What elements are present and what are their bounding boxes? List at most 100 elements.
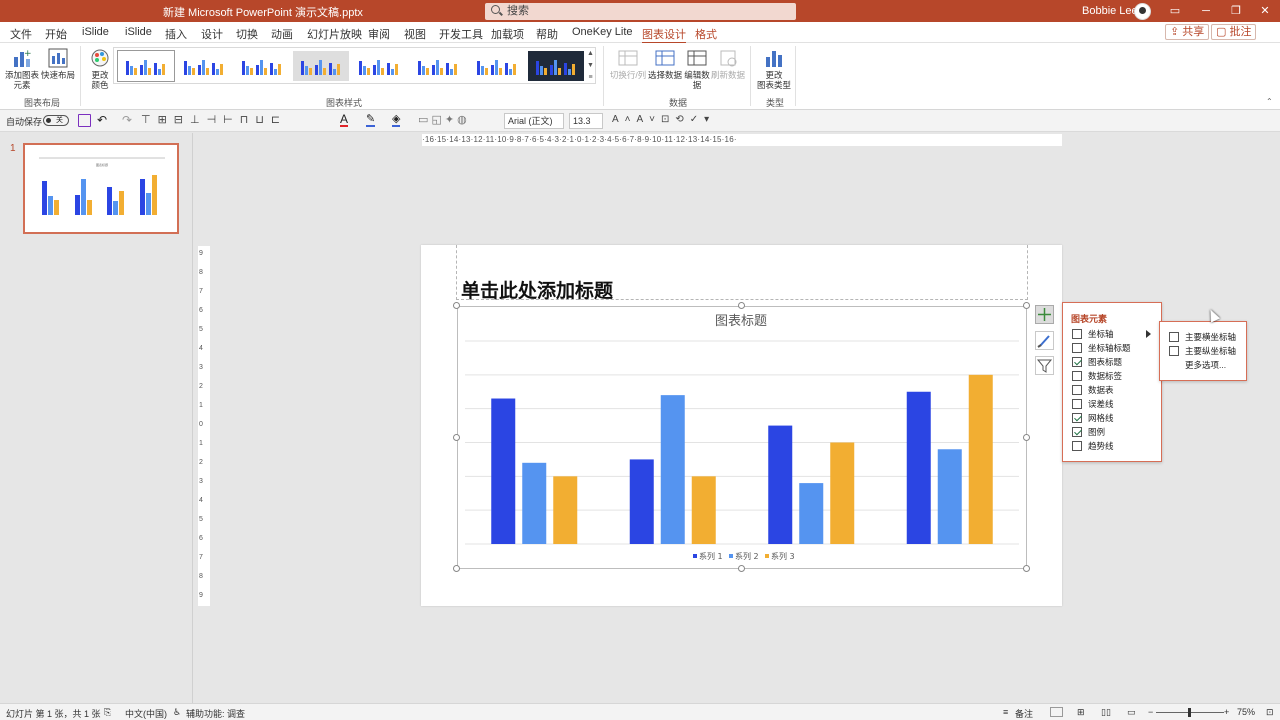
flyout-item[interactable]: 网格线: [1072, 412, 1114, 424]
minimize-icon[interactable]: ─: [1196, 3, 1216, 19]
refresh-data-button[interactable]: 刷新数据: [711, 47, 745, 80]
shape-tools-icon[interactable]: ▭ ◱ ✦ ◍: [418, 113, 467, 126]
checkbox[interactable]: [1169, 345, 1179, 356]
tab-view[interactable]: 视图: [404, 26, 426, 42]
zoom-level[interactable]: 75%: [1237, 707, 1255, 717]
tab-developer[interactable]: 开发工具: [439, 26, 483, 42]
chart-style-5[interactable]: [351, 51, 407, 81]
chart-style-2[interactable]: [176, 51, 232, 81]
select-data-button[interactable]: 选择数据: [647, 47, 683, 80]
resize-handle-tr[interactable]: [1023, 302, 1030, 309]
fill-icon[interactable]: ◈: [392, 113, 401, 127]
autosave-toggle[interactable]: 关: [43, 115, 69, 126]
redo-icon[interactable]: ↷: [122, 113, 132, 127]
zoom-in-icon[interactable]: +: [1224, 707, 1229, 717]
tab-review[interactable]: 审阅: [368, 26, 390, 42]
resize-handle-bl[interactable]: [453, 565, 460, 572]
tab-islide-2[interactable]: iSlide: [125, 26, 152, 38]
text-format-tools-icon[interactable]: A˄A˅⊡⟲✓▾: [612, 114, 715, 125]
chart-filters-button[interactable]: [1035, 356, 1054, 375]
flyout-item[interactable]: 图表标题: [1072, 356, 1122, 368]
submenu-more-options[interactable]: 更多选项...: [1185, 359, 1226, 371]
search-box[interactable]: 搜索: [485, 3, 796, 20]
notes-button[interactable]: 备注: [1015, 707, 1033, 720]
chart-style-8[interactable]: [528, 51, 584, 81]
chart-elements-button[interactable]: [1035, 305, 1054, 324]
tab-insert[interactable]: 插入: [165, 26, 187, 42]
checkbox[interactable]: [1072, 426, 1082, 437]
checkbox[interactable]: [1072, 412, 1082, 423]
fit-slide-icon[interactable]: ⊡: [1266, 707, 1274, 718]
flyout-item[interactable]: 数据表: [1072, 384, 1114, 396]
chart-style-1[interactable]: [117, 50, 175, 82]
checkbox[interactable]: [1072, 356, 1082, 367]
resize-handle-r[interactable]: [1023, 434, 1030, 441]
tab-help[interactable]: 帮助: [536, 26, 558, 42]
tab-format[interactable]: 格式: [695, 26, 717, 42]
chart-style-7[interactable]: [469, 51, 525, 81]
restore-icon[interactable]: ❐: [1226, 3, 1246, 19]
resize-handle-t[interactable]: [738, 302, 745, 309]
spellcheck-icon[interactable]: ⎘: [104, 707, 111, 718]
resize-handle-br[interactable]: [1023, 565, 1030, 572]
tab-animations[interactable]: 动画: [271, 26, 293, 42]
tab-islide[interactable]: iSlide: [82, 26, 109, 38]
resize-handle-l[interactable]: [453, 434, 460, 441]
accessibility[interactable]: 辅助功能: 调查: [186, 707, 245, 720]
chart-style-4[interactable]: [293, 51, 349, 81]
bar-chart[interactable]: 图表标题系列 1 系列 2 系列 3: [421, 245, 1062, 606]
tab-design[interactable]: 设计: [201, 26, 223, 42]
zoom-out-icon[interactable]: −: [1148, 707, 1153, 717]
slide-thumbnail[interactable]: 图表标题: [23, 143, 179, 234]
checkbox[interactable]: [1072, 398, 1082, 409]
flyout-item[interactable]: 坐标轴: [1072, 328, 1114, 340]
tab-addins[interactable]: 加载项: [491, 26, 524, 42]
comment-button[interactable]: ▢ 批注: [1211, 24, 1257, 40]
submenu-arrow-icon[interactable]: [1146, 330, 1151, 338]
avatar[interactable]: [1134, 3, 1151, 20]
chart-style-3[interactable]: [234, 51, 290, 81]
switch-row-col-button[interactable]: 切换行/列: [609, 47, 647, 80]
edit-data-button[interactable]: 编辑数 据: [683, 47, 711, 90]
collapse-ribbon-icon[interactable]: ⌃: [1266, 97, 1273, 106]
flyout-item[interactable]: 趋势线: [1072, 440, 1114, 452]
submenu-item-primary-horizontal[interactable]: 主要横坐标轴: [1169, 331, 1236, 343]
flyout-item[interactable]: 误差线: [1072, 398, 1114, 410]
tab-slideshow[interactable]: 幻灯片放映: [307, 26, 362, 42]
resize-handle-tl[interactable]: [453, 302, 460, 309]
checkbox[interactable]: [1072, 342, 1082, 353]
resize-handle-b[interactable]: [738, 565, 745, 572]
chart-style-6[interactable]: [410, 51, 466, 81]
tab-home[interactable]: 开始: [45, 26, 67, 42]
ribbon-display-icon[interactable]: ▭: [1165, 3, 1185, 19]
quick-layout-button[interactable]: 快速布局: [41, 47, 75, 80]
slideshow-icon[interactable]: ▭: [1127, 707, 1136, 718]
checkbox[interactable]: [1169, 331, 1179, 342]
chart-styles-button[interactable]: [1035, 331, 1054, 350]
checkbox[interactable]: [1072, 370, 1082, 381]
align-tools-icon[interactable]: ⊤⊞⊟⊥⊣⊢⊓⊔⊏: [141, 113, 287, 126]
undo-icon[interactable]: ↶: [97, 113, 107, 127]
font-color-icon[interactable]: A: [340, 113, 349, 127]
save-icon[interactable]: [78, 114, 91, 127]
tab-file[interactable]: 文件: [10, 26, 32, 42]
user-name[interactable]: Bobbie Lee: [1082, 5, 1138, 17]
share-button[interactable]: ⇪ 共享: [1165, 24, 1210, 40]
checkbox[interactable]: [1072, 328, 1082, 339]
reading-view-icon[interactable]: ▯▯: [1101, 707, 1111, 718]
flyout-item[interactable]: 图例: [1072, 426, 1105, 438]
font-size-box[interactable]: 13.3: [569, 113, 603, 129]
gallery-scroll[interactable]: ▲ ▼ ≡: [586, 47, 596, 84]
close-icon[interactable]: ✕: [1255, 3, 1275, 19]
flyout-item[interactable]: 坐标轴标题: [1072, 342, 1131, 354]
add-chart-element-button[interactable]: + 添加图表 元素: [4, 47, 40, 90]
flyout-item[interactable]: 数据标签: [1072, 370, 1122, 382]
tab-onekey[interactable]: OneKey Lite: [572, 26, 633, 38]
checkbox[interactable]: [1072, 384, 1082, 395]
tab-chart-design[interactable]: 图表设计: [642, 26, 686, 44]
checkbox[interactable]: [1072, 440, 1082, 451]
tab-transitions[interactable]: 切换: [236, 26, 258, 42]
submenu-item-primary-vertical[interactable]: 主要纵坐标轴: [1169, 345, 1236, 357]
change-colors-button[interactable]: 更改 颜色: [86, 47, 114, 90]
normal-view-icon[interactable]: [1050, 707, 1063, 717]
